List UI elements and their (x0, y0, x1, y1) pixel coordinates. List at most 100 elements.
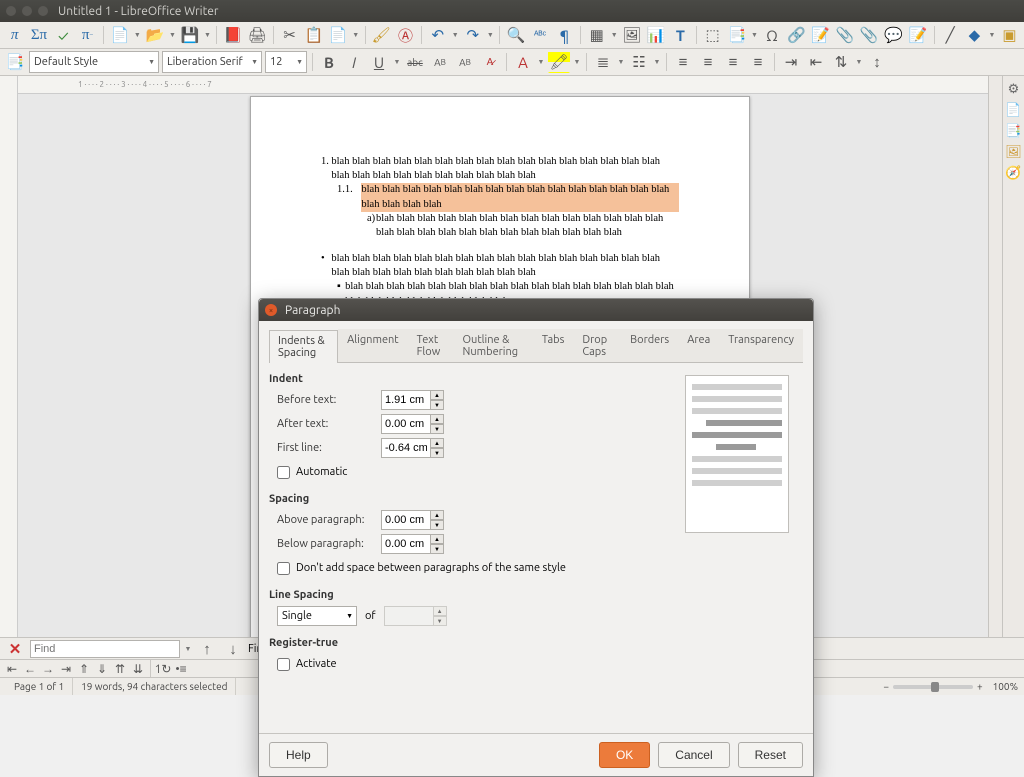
spin-up-icon[interactable]: ▲ (431, 438, 444, 448)
last-page-icon[interactable]: ⇥ (58, 661, 74, 677)
zoom-out-icon[interactable]: − (883, 681, 889, 692)
bold-button[interactable]: B (318, 51, 340, 73)
nav-down-icon[interactable]: ⇓ (94, 661, 110, 677)
below-para-input[interactable] (381, 534, 431, 554)
gallery-icon[interactable]: 🖼 (1005, 143, 1023, 161)
first-line-input[interactable] (381, 438, 431, 458)
align-left-icon[interactable]: ≡ (672, 51, 694, 73)
ok-button[interactable]: OK (599, 742, 650, 768)
first-page-icon[interactable]: ⇤ (4, 661, 20, 677)
spellcheck-icon[interactable]: ᴬᴮᶜ (529, 24, 550, 46)
promote-icon[interactable]: ⇈ (112, 661, 128, 677)
highlight-icon[interactable]: 🖍 (548, 51, 570, 73)
find-prev-icon[interactable]: ↑ (196, 638, 218, 660)
spin-down-icon[interactable]: ▼ (431, 400, 444, 410)
spin-up-icon[interactable]: ▲ (431, 534, 444, 544)
italic-button[interactable]: I (343, 51, 365, 73)
strike-button[interactable]: abc (404, 51, 426, 73)
pagebreak-icon[interactable]: ⬚ (702, 24, 723, 46)
spin-up-icon[interactable]: ▲ (431, 390, 444, 400)
number-list-icon[interactable]: ☷ (628, 51, 650, 73)
before-text-input[interactable] (381, 390, 431, 410)
word-count[interactable]: 19 words, 94 characters selected (73, 678, 236, 695)
styles-icon[interactable]: 📑 (4, 51, 26, 73)
demote-icon[interactable]: ⇊ (130, 661, 146, 677)
help-button[interactable]: Help (269, 742, 328, 768)
restart-num-icon[interactable]: 1↻ (155, 661, 171, 677)
tab-indents-spacing[interactable]: Indents & Spacing (269, 330, 338, 363)
next-page-icon[interactable]: → (40, 661, 56, 677)
redo-icon[interactable]: ↷ (462, 24, 483, 46)
check-icon[interactable]: ✓ (53, 24, 74, 46)
nav-up-icon[interactable]: ⇑ (76, 661, 92, 677)
increase-indent-icon[interactable]: ⇥ (780, 51, 802, 73)
align-center-icon[interactable]: ≡ (697, 51, 719, 73)
pi-minus-icon[interactable]: π− (77, 24, 98, 46)
clone-format-icon[interactable]: 🖌 (371, 24, 392, 46)
zoom-in-icon[interactable]: + (977, 681, 983, 692)
align-right-icon[interactable]: ≡ (722, 51, 744, 73)
spin-down-icon[interactable]: ▼ (431, 544, 444, 554)
cut-icon[interactable]: ✂ (279, 24, 300, 46)
after-text-input[interactable] (381, 414, 431, 434)
print-icon[interactable]: 🖨 (247, 24, 268, 46)
font-name-combo[interactable]: Liberation Serif▼ (162, 51, 262, 73)
chart-icon[interactable]: 📊 (645, 24, 666, 46)
tab-transparency[interactable]: Transparency (719, 329, 803, 362)
reset-button[interactable]: Reset (738, 742, 803, 768)
line-spacing-icon[interactable]: ⇅ (830, 51, 852, 73)
close-window-button[interactable] (6, 6, 16, 16)
bullet-list-icon[interactable]: ≣ (592, 51, 614, 73)
superscript-button[interactable]: AB (429, 51, 451, 73)
special-char-icon[interactable]: Ω (761, 24, 782, 46)
font-size-combo[interactable]: 12▼ (265, 51, 307, 73)
vertical-scrollbar[interactable] (988, 76, 1002, 678)
field-icon[interactable]: 📑 (726, 24, 747, 46)
minimize-window-button[interactable] (22, 6, 32, 16)
undo-icon[interactable]: ↶ (427, 24, 448, 46)
find-icon[interactable]: 🔍 (505, 24, 526, 46)
page-icon[interactable]: 📄 (1005, 101, 1023, 119)
prev-page-icon[interactable]: ← (22, 661, 38, 677)
hyperlink-icon[interactable]: 🔗 (786, 24, 807, 46)
tab-borders[interactable]: Borders (621, 329, 678, 362)
textbox-icon[interactable]: T (670, 24, 691, 46)
zoom-slider[interactable] (893, 685, 973, 689)
new-doc-icon[interactable]: 📄 (109, 24, 130, 46)
clear-format-icon[interactable]: Ⓐ (395, 24, 416, 46)
tab-drop-caps[interactable]: Drop Caps (573, 329, 621, 362)
tab-text-flow[interactable]: Text Flow (408, 329, 454, 362)
save-icon[interactable]: 💾 (179, 24, 200, 46)
pi-icon[interactable]: π (4, 24, 25, 46)
bookmark-icon[interactable]: 📎 (834, 24, 855, 46)
pilcrow-icon[interactable]: ¶ (554, 24, 575, 46)
sum-pi-icon[interactable]: Σπ (28, 24, 49, 46)
dont-add-checkbox[interactable] (277, 562, 290, 575)
above-para-input[interactable] (381, 510, 431, 530)
properties-icon[interactable]: ⚙ (1005, 80, 1023, 98)
align-justify-icon[interactable]: ≡ (747, 51, 769, 73)
clear-direct-icon[interactable]: A̷ (479, 51, 501, 73)
close-findbar-icon[interactable]: ✕ (4, 638, 26, 660)
open-icon[interactable]: 📂 (144, 24, 165, 46)
paste-icon[interactable]: 📄 (328, 24, 349, 46)
cancel-button[interactable]: Cancel (658, 742, 729, 768)
zoom-level[interactable]: 100% (993, 681, 1018, 692)
image-icon[interactable]: 🖼 (621, 24, 642, 46)
maximize-window-button[interactable] (38, 6, 48, 16)
spin-down-icon[interactable]: ▼ (431, 448, 444, 458)
comment-icon[interactable]: 💬 (883, 24, 904, 46)
automatic-checkbox[interactable] (277, 466, 290, 479)
copy-icon[interactable]: 📋 (303, 24, 324, 46)
export-pdf-icon[interactable]: 📕 (222, 24, 243, 46)
line-spacing-combo[interactable]: Single▼ (277, 606, 357, 626)
para-spacing-icon[interactable]: ↕ (866, 51, 888, 73)
track-changes-icon[interactable]: 📝 (907, 24, 928, 46)
dialog-titlebar[interactable]: × Paragraph (259, 299, 813, 321)
close-dialog-icon[interactable]: × (265, 304, 277, 316)
page-status[interactable]: Page 1 of 1 (6, 678, 73, 695)
bullets-icon[interactable]: •≡ (173, 661, 189, 677)
spin-down-icon[interactable]: ▼ (431, 424, 444, 434)
navigator-icon[interactable]: 🧭 (1005, 164, 1023, 182)
spin-up-icon[interactable]: ▲ (431, 510, 444, 520)
